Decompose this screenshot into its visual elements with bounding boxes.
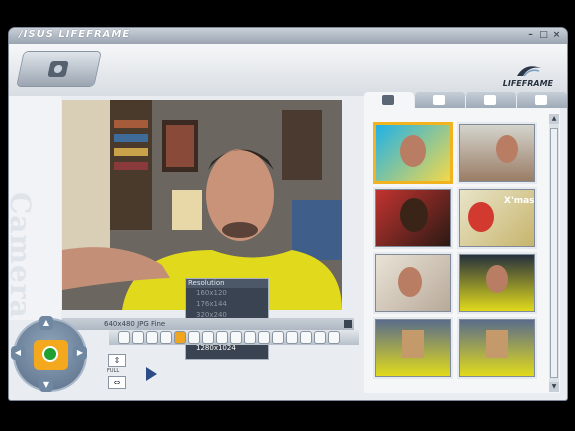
size-full-label: FULL [107,368,120,374]
thumbnail[interactable] [459,319,535,377]
gear-icon[interactable] [245,332,255,343]
contrast-icon[interactable] [217,332,227,343]
resolution-icon[interactable] [175,332,185,343]
resolution-option-160x120[interactable]: 160x120 [186,288,268,299]
effects-toolbar [109,330,359,345]
scroll-thumb[interactable] [550,128,558,378]
header: LIFEFRAME [9,44,567,96]
camera-icon [382,95,394,105]
xmas-label: X'mas [504,196,535,206]
fit-height-icon[interactable]: ⇕ [108,354,126,367]
scroll-up-icon[interactable]: ▲ [549,114,559,124]
thumbnail[interactable] [459,254,535,312]
microphone-icon [484,95,496,105]
thumbnail-face [400,198,428,232]
resolution-option-176x144[interactable]: 176x144 [186,299,268,310]
thumbnail-panel: X'mas [364,108,560,393]
tab-camera[interactable] [364,92,414,108]
color-icon[interactable] [231,332,241,343]
app-brand: /ISUS LIFEFRAME [19,29,131,40]
thumbnail[interactable] [375,189,451,247]
flash-icon[interactable] [133,332,143,343]
face-icon[interactable] [161,332,171,343]
thumbnail-face [486,330,508,358]
thumbnail[interactable] [375,124,451,182]
thumbnail[interactable] [375,319,451,377]
resolution-menu-title: Resolution [186,279,268,288]
thumbnail-face [402,330,424,358]
settings-icon[interactable] [344,320,352,328]
thumbnail-face [496,135,518,163]
thumbnail-face [468,202,494,232]
image-icon[interactable] [119,332,129,343]
grid-icon[interactable] [273,332,283,343]
capture-format: 640x480 JPG Fine [104,320,166,328]
close-icon[interactable]: × [551,30,562,41]
tab-audio[interactable] [466,92,516,108]
capture-button[interactable] [34,340,68,370]
preview-status-bar: 640x480 JPG Fine [62,318,354,330]
fit-width-icon[interactable]: ⇔ [108,376,126,389]
eye-icon [535,95,547,105]
thumbnail[interactable]: X'mas [459,189,535,247]
title-bar[interactable]: /ISUS LIFEFRAME – □ × [9,28,567,44]
size-control: ⇕ FULL ⇔ [107,354,126,390]
tab-view[interactable] [517,92,567,108]
camera-mode-icon [17,52,101,86]
frame-icon[interactable] [189,332,199,343]
dial-right-icon[interactable]: ▶ [73,346,87,360]
lifeframe-logo: LIFEFRAME [497,62,557,92]
thumbnail[interactable] [459,124,535,182]
tab-video[interactable] [415,92,465,108]
scroll-down-icon[interactable]: ▼ [549,382,559,392]
maximize-icon[interactable]: □ [538,30,549,41]
minimize-icon[interactable]: – [525,30,536,41]
thumbnail-face [398,267,422,297]
dial-up-icon[interactable]: ▲ [39,316,53,330]
adjust-icon[interactable] [315,332,325,343]
brightness-icon[interactable] [203,332,213,343]
thumbnail-face [400,135,426,167]
half-circle-icon[interactable] [259,332,269,343]
play-icon[interactable] [146,367,157,381]
mode-dial[interactable]: ▲ ◀ ▶ ▼ [9,316,97,400]
thumbnail-scrollbar[interactable]: ▲ ▼ [549,114,559,392]
dial-down-icon[interactable]: ▼ [39,378,53,392]
video-icon [433,95,445,105]
timer-icon[interactable] [147,332,157,343]
reset-icon[interactable] [329,332,339,343]
effects-icon[interactable] [301,332,311,343]
side-label: Camera [9,192,37,319]
thumbnail-face [486,265,508,293]
side-label-strip: Camera [9,96,61,320]
dial-left-icon[interactable]: ◀ [11,346,25,360]
media-tabs [364,92,567,108]
thumbnail[interactable] [375,254,451,312]
logo-text: LIFEFRAME [502,79,553,88]
layers-icon[interactable] [287,332,297,343]
lifeframe-window: /ISUS LIFEFRAME – □ × LIFEFRAME Camera R… [9,28,567,400]
